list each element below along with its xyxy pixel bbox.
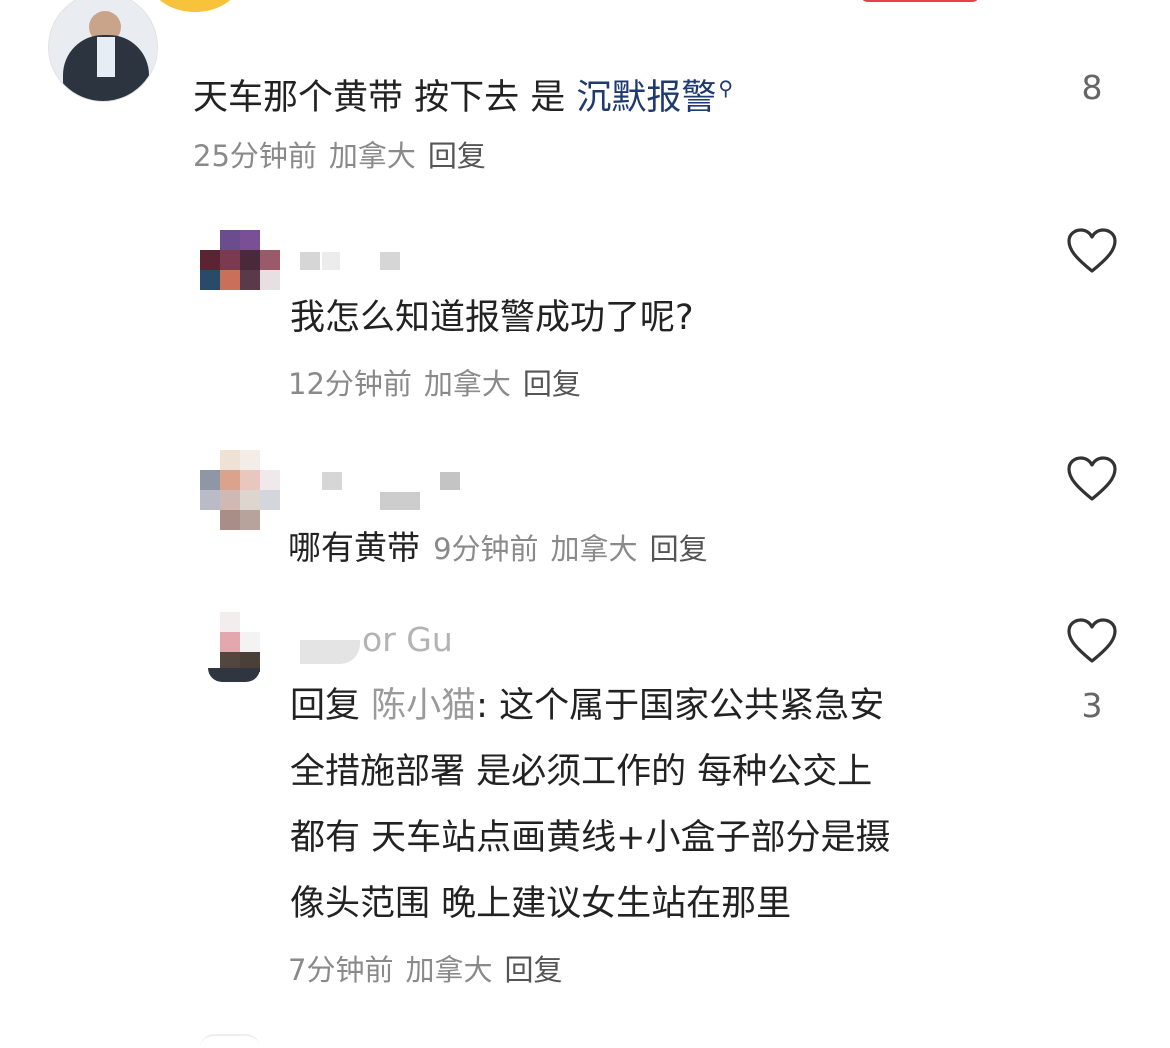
- username-blurred: [440, 472, 460, 490]
- avatar[interactable]: [200, 230, 280, 290]
- avatar[interactable]: [48, 0, 158, 102]
- search-link[interactable]: 沉默报警 ⚲: [576, 76, 733, 118]
- timestamp: 25分钟前: [193, 139, 317, 173]
- avatar-partial: [200, 1034, 260, 1048]
- timestamp: 9分钟前: [433, 532, 539, 566]
- username-blurred: [380, 492, 420, 510]
- reply-meta: 9分钟前 加拿大 回复: [433, 532, 719, 566]
- reply-meta: 12分钟前 加拿大 回复: [288, 366, 593, 402]
- location: 加拿大: [423, 367, 511, 401]
- reply-text-line: 全措施部署 是必须工作的 每种公交上: [290, 752, 873, 792]
- reply-button[interactable]: 回复: [428, 139, 486, 173]
- avatar[interactable]: [200, 612, 260, 672]
- comment-text: 天车那个黄带 按下去 是 沉默报警 ⚲: [193, 76, 734, 118]
- timestamp: 12分钟前: [288, 367, 412, 401]
- reply-text-line: 都有 天车站点画黄线+小盒子部分是摄: [290, 818, 891, 858]
- reply-row: 哪有黄带 9分钟前 加拿大 回复: [288, 526, 720, 570]
- location: 加拿大: [405, 953, 493, 987]
- comment-meta: 25分钟前 加拿大 回复: [193, 138, 498, 174]
- reply-button[interactable]: 回复: [523, 367, 581, 401]
- reply-meta: 7分钟前 加拿大 回复: [288, 952, 574, 988]
- reply-text: 哪有黄带: [288, 528, 420, 567]
- avatar[interactable]: [200, 450, 280, 530]
- timestamp: 7分钟前: [288, 953, 394, 987]
- like-count: 8: [1081, 68, 1103, 107]
- reply-button[interactable]: 回复: [650, 532, 708, 566]
- username-blurred: [322, 252, 340, 270]
- avatar-shadow: [208, 668, 260, 682]
- search-icon[interactable]: ⚲: [718, 76, 733, 100]
- reply-button[interactable]: 回复: [504, 953, 562, 987]
- mention-link[interactable]: 陈小猫: [371, 686, 476, 726]
- heart-icon[interactable]: [1066, 228, 1118, 274]
- reply-text-line: 像头范围 晚上建议女生站在那里: [290, 884, 792, 924]
- like-count: 3: [1081, 686, 1103, 725]
- badge-partial: [860, 0, 980, 2]
- emoji-partial: [150, 0, 240, 12]
- username-blurred: [380, 252, 400, 270]
- username[interactable]: or Gu: [362, 620, 453, 659]
- heart-icon[interactable]: [1066, 618, 1118, 664]
- reply-text: 回复 陈小猫: 这个属于国家公共紧急安: [290, 686, 885, 726]
- username-blurred[interactable]: [300, 252, 320, 270]
- username-blurred[interactable]: [322, 472, 342, 490]
- username-blurred[interactable]: [300, 640, 360, 664]
- location: 加拿大: [550, 532, 638, 566]
- heart-icon[interactable]: [1066, 456, 1118, 502]
- reply-prefix: 回复: [290, 686, 361, 726]
- reply-text: 我怎么知道报警成功了呢?: [290, 298, 694, 338]
- location: 加拿大: [328, 139, 416, 173]
